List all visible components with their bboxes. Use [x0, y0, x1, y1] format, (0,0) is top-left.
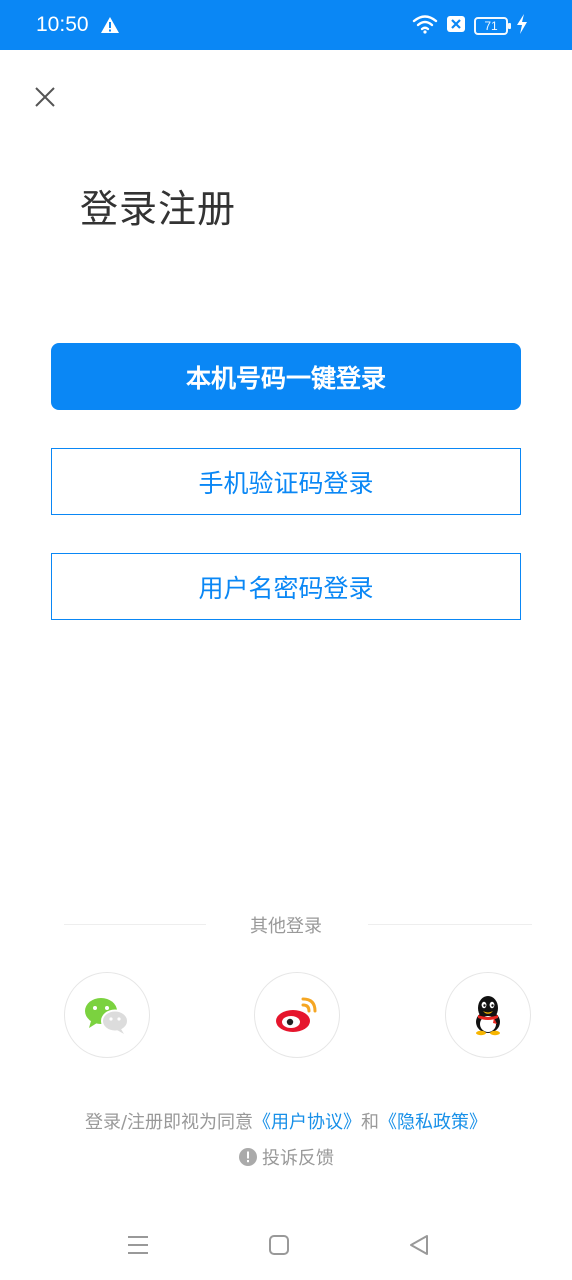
- other-login-label: 其他登录: [250, 916, 322, 937]
- agreement-text: 登录/注册即视为同意《用户协议》和《隐私政策》: [0, 1108, 572, 1134]
- complaint-link[interactable]: 投诉反馈: [0, 1144, 572, 1170]
- close-icon: [35, 87, 55, 107]
- one-click-login-button[interactable]: 本机号码一键登录: [51, 343, 521, 410]
- page-title: 登录注册: [80, 187, 237, 231]
- weibo-login-button[interactable]: [254, 972, 340, 1058]
- menu-nav-button[interactable]: [126, 1233, 150, 1257]
- alert-circle-icon: [239, 1148, 257, 1166]
- menu-icon: [128, 1236, 148, 1254]
- agreement-prefix: 登录/注册即视为同意: [84, 1112, 254, 1133]
- qq-icon: [476, 996, 500, 1036]
- home-nav-button[interactable]: [267, 1233, 291, 1257]
- close-button[interactable]: [30, 82, 60, 112]
- sim-blocked-icon: [446, 15, 466, 37]
- password-login-button[interactable]: 用户名密码登录: [51, 553, 521, 620]
- complaint-label: 投诉反馈: [262, 1148, 334, 1169]
- weibo-icon: [276, 997, 317, 1032]
- back-nav-button[interactable]: [407, 1233, 431, 1257]
- warning-icon: [100, 16, 120, 38]
- status-icons: 71: [412, 14, 528, 38]
- home-square-icon: [269, 1235, 289, 1255]
- back-triangle-icon: [410, 1235, 428, 1255]
- sms-login-button[interactable]: 手机验证码登录: [51, 448, 521, 515]
- wechat-icon: [85, 998, 129, 1034]
- wifi-icon: [412, 14, 438, 38]
- battery-icon: 71: [474, 17, 511, 35]
- qq-login-button[interactable]: [445, 972, 531, 1058]
- battery-level: 71: [484, 19, 498, 33]
- divider-right: [368, 924, 532, 925]
- privacy-policy-link[interactable]: 《隐私政策》: [379, 1112, 487, 1133]
- user-agreement-link[interactable]: 《用户协议》: [253, 1112, 361, 1133]
- system-nav-bar: [0, 1215, 572, 1275]
- status-bar: 10:50 71: [0, 0, 572, 50]
- charging-icon: [516, 14, 528, 38]
- status-time: 10:50: [36, 13, 89, 36]
- agreement-and: 和: [361, 1112, 380, 1133]
- wechat-login-button[interactable]: [64, 972, 150, 1058]
